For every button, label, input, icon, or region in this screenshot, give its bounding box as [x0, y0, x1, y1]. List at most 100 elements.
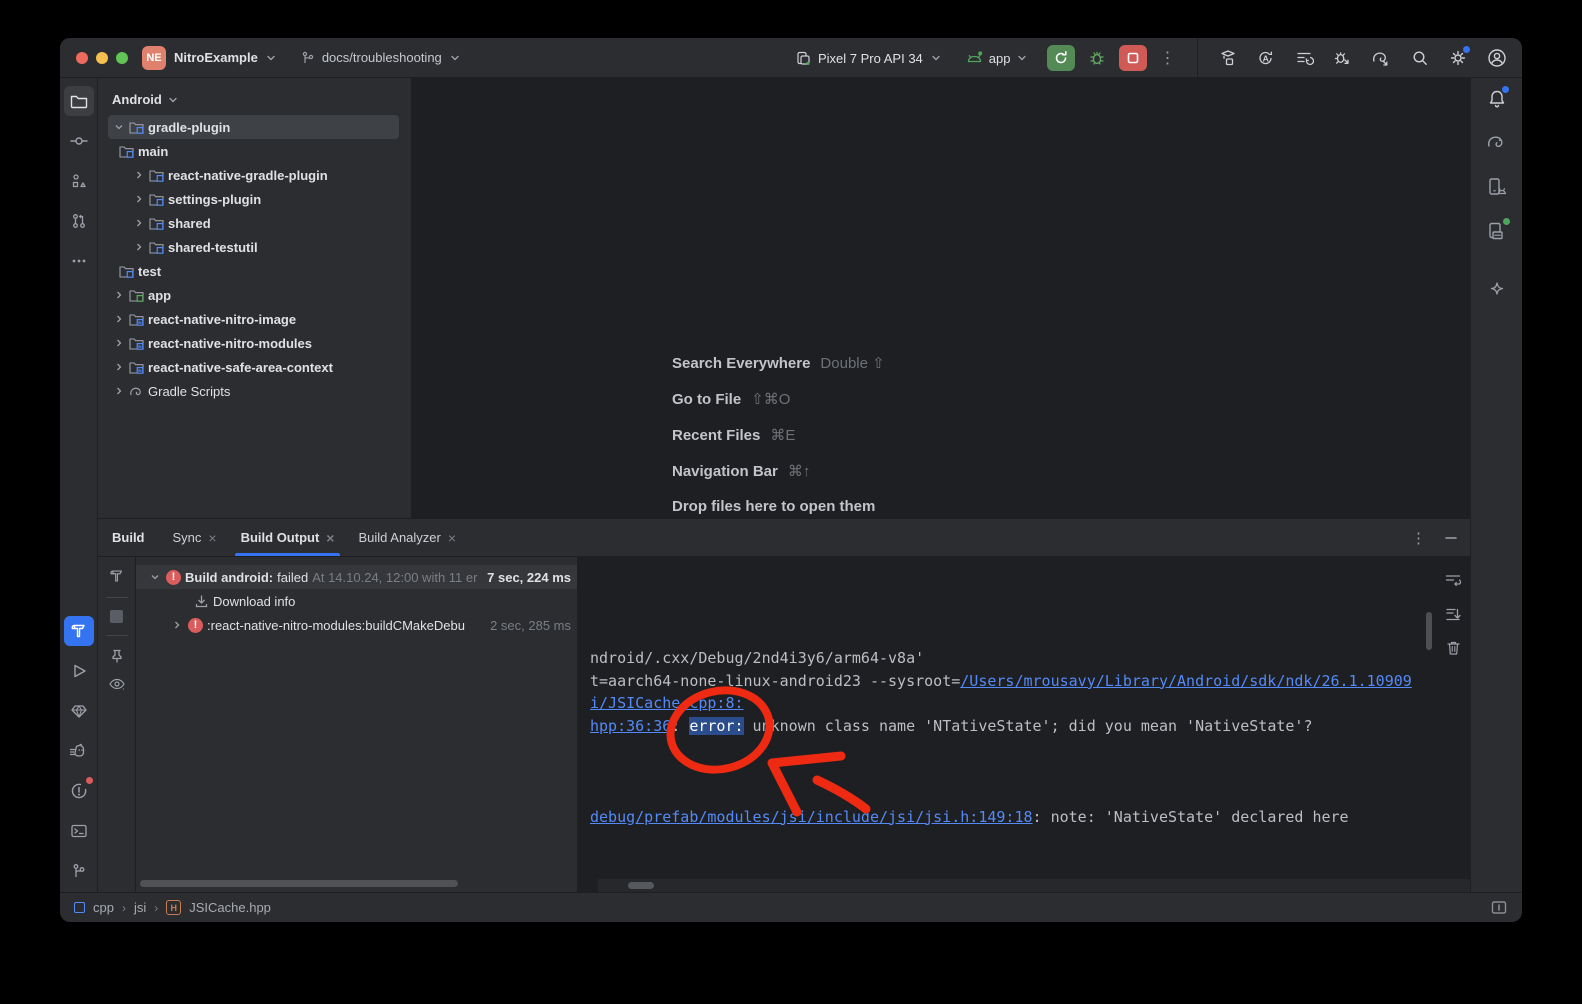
project-view-selector[interactable]: Android	[98, 86, 411, 115]
build-project-icon[interactable]	[1218, 48, 1238, 68]
console-file-link[interactable]: debug/prefab/modules/jsi/include/jsi/jsi…	[590, 808, 1033, 826]
tree-item-react-native-nitro-modules[interactable]: react-native-nitro-modules	[98, 331, 411, 355]
chevron-down-icon[interactable]	[148, 570, 162, 584]
breadcrumb-file[interactable]: JSICache.hpp	[189, 900, 271, 915]
horizontal-scrollbar[interactable]	[598, 879, 1470, 892]
profile-icon[interactable]	[1486, 47, 1508, 69]
branch-name: docs/troubleshooting	[322, 50, 442, 65]
chevron-right-icon[interactable]	[132, 216, 146, 230]
rerun-build-icon[interactable]	[108, 567, 126, 585]
running-devices-button[interactable]	[1486, 220, 1508, 242]
chevron-right-icon[interactable]	[132, 192, 146, 206]
close-icon[interactable]: ×	[326, 531, 334, 545]
console-file-link[interactable]: hpp:36:36	[590, 717, 671, 735]
console-file-link[interactable]: i/JSICache.cpp:8:	[590, 694, 744, 712]
window-controls	[60, 52, 142, 64]
minimize-window-button[interactable]	[96, 52, 108, 64]
reader-mode-icon[interactable]	[1490, 900, 1508, 916]
apply-changes-icon[interactable]: A	[1256, 48, 1276, 68]
chevron-right-icon[interactable]	[132, 168, 146, 182]
notifications-bell-icon[interactable]	[1486, 88, 1508, 110]
panel-options-icon[interactable]: ⋮	[1411, 529, 1426, 547]
vertical-scrollbar[interactable]	[1426, 612, 1432, 650]
build-output-console[interactable]: ndroid/.cxx/Debug/2nd4i3y6/arm64-v8a't=a…	[578, 557, 1470, 892]
close-icon[interactable]: ×	[208, 531, 216, 545]
more-tool-windows-button[interactable]	[64, 246, 94, 276]
tab-sync[interactable]: Sync ×	[161, 519, 229, 556]
horizontal-scrollbar[interactable]	[140, 880, 458, 887]
build-meta: At 14.10.24, 12:00 with 11 er	[312, 570, 483, 585]
build-status: failed	[277, 570, 308, 585]
shortcut-keys: ⌘E	[770, 426, 795, 444]
pull-requests-tool-window-button[interactable]	[64, 206, 94, 236]
tree-item-react-native-safe-area-context[interactable]: react-native-safe-area-context	[98, 355, 411, 379]
rerun-button[interactable]	[1047, 45, 1075, 71]
commit-tool-window-button[interactable]	[64, 126, 94, 156]
attach-debugger-icon[interactable]	[1332, 48, 1352, 68]
restore-layout-icon[interactable]	[1294, 48, 1314, 68]
tab-build-analyzer[interactable]: Build Analyzer ×	[346, 519, 468, 556]
tree-item-gradle-scripts[interactable]: Gradle Scripts	[98, 379, 411, 403]
project-widget[interactable]: NE NitroExample	[142, 46, 278, 70]
vcs-widget[interactable]: docs/troubleshooting	[300, 50, 462, 66]
tree-item-app[interactable]: app	[98, 283, 411, 307]
chevron-right-icon[interactable]	[132, 240, 146, 254]
tree-item-test[interactable]: test	[98, 259, 411, 283]
tree-item-settings-plugin[interactable]: settings-plugin	[98, 187, 411, 211]
view-options-eye-icon[interactable]	[108, 676, 126, 692]
chevron-right-icon[interactable]	[170, 618, 184, 632]
chevron-right-icon[interactable]	[112, 336, 126, 350]
tree-item-shared-testutil[interactable]: shared-testutil	[98, 235, 411, 259]
clear-console-icon[interactable]	[1445, 639, 1462, 657]
device-manager-button[interactable]	[1486, 176, 1508, 198]
breadcrumb-cpp[interactable]: cpp	[93, 900, 114, 915]
project-tool-window-button[interactable]	[64, 86, 94, 116]
scroll-to-end-icon[interactable]	[1444, 605, 1462, 623]
stop-build-icon[interactable]	[110, 610, 123, 623]
tree-item-gradle-plugin[interactable]: gradle-plugin	[98, 115, 411, 139]
chevron-right-icon[interactable]	[112, 288, 126, 302]
console-file-link[interactable]: /Users/mrousavy/Library/Android/sdk/ndk/…	[960, 672, 1412, 690]
shortcut-keys: ⌘↑	[788, 462, 811, 480]
chevron-right-icon[interactable]	[112, 312, 126, 326]
logcat-tool-window-button[interactable]	[64, 736, 94, 766]
chevron-right-icon[interactable]	[112, 360, 126, 374]
structure-tool-window-button[interactable]	[64, 166, 94, 196]
gradle-sync-icon[interactable]	[1370, 48, 1392, 68]
console-toolbar	[1444, 571, 1462, 657]
chevron-right-icon[interactable]	[112, 384, 126, 398]
tree-item-react-native-nitro-image[interactable]: react-native-nitro-image	[98, 307, 411, 331]
run-tool-window-button[interactable]	[64, 656, 94, 686]
version-control-tool-window-button[interactable]	[64, 856, 94, 886]
tree-item-main[interactable]: main	[98, 139, 411, 163]
build-tool-window-button[interactable]	[64, 616, 94, 646]
soft-wrap-icon[interactable]	[1444, 571, 1462, 589]
run-configuration-selector[interactable]: app	[965, 50, 1030, 66]
download-info-row[interactable]: Download info	[136, 589, 577, 613]
ai-sparkle-icon[interactable]	[1487, 278, 1507, 298]
close-window-button[interactable]	[76, 52, 88, 64]
chevron-down-icon[interactable]	[112, 120, 126, 134]
problems-tool-window-button[interactable]	[64, 776, 94, 806]
tab-build-output[interactable]: Build Output ×	[229, 519, 347, 556]
tree-item-shared[interactable]: shared	[98, 211, 411, 235]
error-icon: !	[166, 570, 181, 585]
build-output-tree: ! Build android: failed At 14.10.24, 12:…	[136, 557, 578, 892]
hide-panel-icon[interactable]	[1444, 531, 1458, 545]
pin-icon[interactable]	[109, 648, 125, 664]
search-icon[interactable]	[1410, 48, 1430, 68]
terminal-tool-window-button[interactable]	[64, 816, 94, 846]
tree-item-react-native-gradle-plugin[interactable]: react-native-gradle-plugin	[98, 163, 411, 187]
stop-button[interactable]	[1119, 45, 1147, 71]
gem-tool-window-button[interactable]	[64, 696, 94, 726]
debug-button[interactable]	[1083, 45, 1111, 71]
close-icon[interactable]: ×	[448, 531, 456, 545]
settings-gear-icon[interactable]	[1448, 48, 1468, 68]
build-result-row[interactable]: ! Build android: failed At 14.10.24, 12:…	[136, 565, 577, 589]
device-selector[interactable]: Pixel 7 Pro API 34	[795, 50, 943, 67]
breadcrumb-jsi[interactable]: jsi	[134, 900, 146, 915]
more-actions-icon[interactable]: ⋮	[1155, 48, 1180, 68]
failed-task-row[interactable]: ! :react-native-nitro-modules:buildCMake…	[136, 613, 577, 637]
gradle-tool-window-button[interactable]	[1485, 132, 1509, 154]
zoom-window-button[interactable]	[116, 52, 128, 64]
